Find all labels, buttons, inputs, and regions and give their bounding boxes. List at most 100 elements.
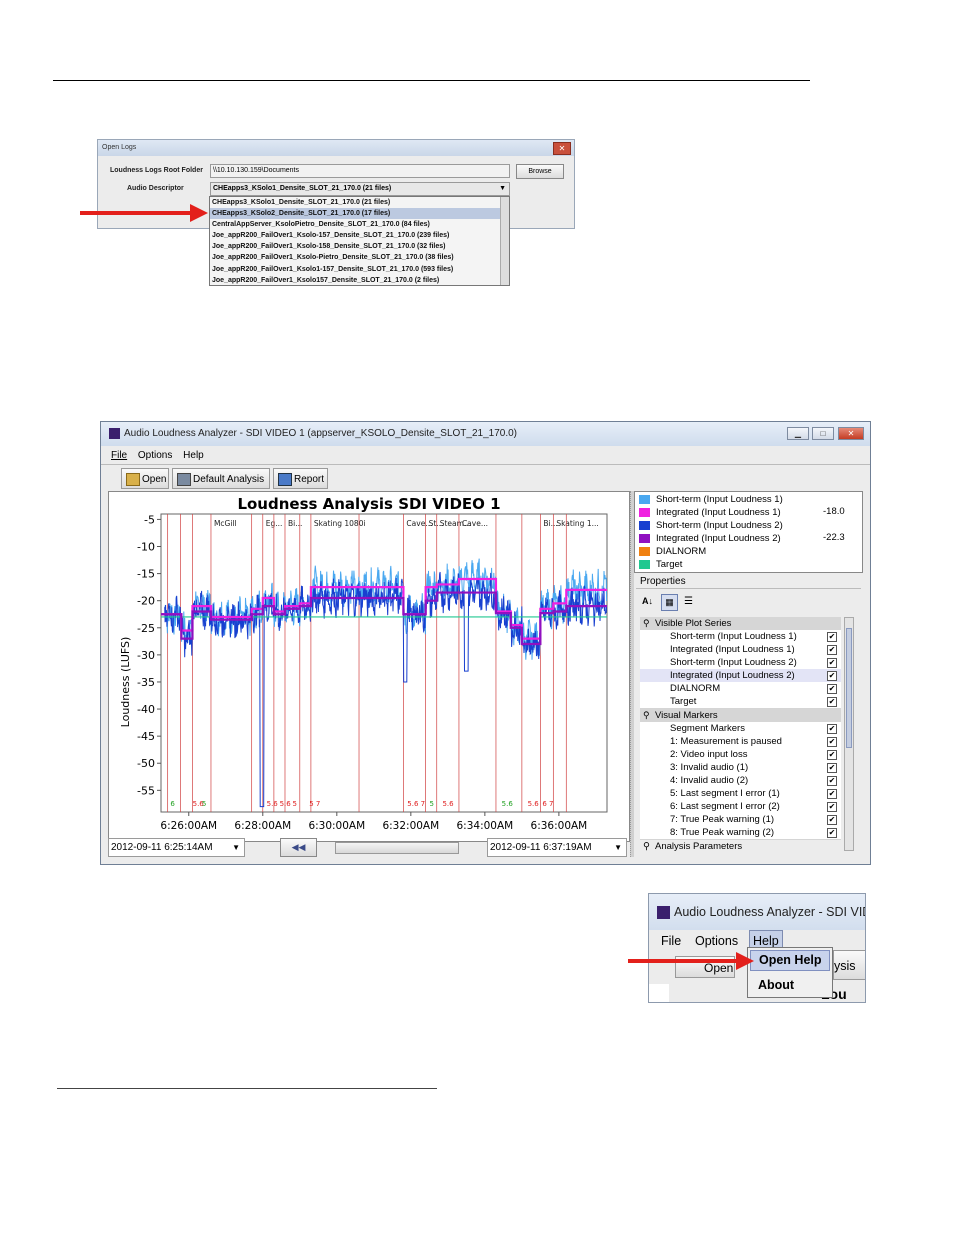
prop-row[interactable]: 5: Last segment I error (1) ✔ [640,787,841,802]
callout-arrow [80,211,192,215]
audio-descriptor-dropdown[interactable]: CHEapps3_KSolo1_Densite_SLOT_21_170.0 (2… [209,196,510,286]
menu-file[interactable]: File [661,934,681,948]
maximize-button[interactable]: □ [812,427,834,440]
prop-row-selected[interactable]: Integrated (Input Loudness 2) ✔ [640,669,841,684]
categorized-icon[interactable]: ▦ [661,594,678,611]
checkbox[interactable]: ✔ [827,802,837,812]
prop-row[interactable]: Short-term (Input Loudness 1) ✔ [640,630,841,645]
menu-help[interactable]: Help [183,450,204,461]
y-tick-label: -50 [137,757,155,770]
prop-row[interactable]: 3: Invalid audio (1) ✔ [640,761,841,776]
marker-code: 6 [170,800,175,808]
properties-header-rule [636,588,861,589]
checkbox[interactable]: ✔ [827,724,837,734]
menu-options[interactable]: Options [695,934,738,948]
description-icon[interactable]: ☰ [684,596,693,607]
folder-icon [126,473,140,486]
menu-item-open-help[interactable]: Open Help [750,950,830,971]
section-visible-plot-series[interactable]: ⚲ Visible Plot Series [640,617,841,631]
help-window-titlebar: Audio Loudness Analyzer - SDI VID [649,894,865,930]
dropdown-option[interactable]: Joe_appR200_FailOver1_Ksolo157_Densite_S… [210,275,509,285]
dropdown-option[interactable]: CentralAppServer_KsoloPietro_Densite_SLO… [210,219,509,230]
legend-panel: Short-term (Input Loudness 1) Integrated… [634,491,863,573]
close-icon[interactable]: ✕ [553,142,571,155]
dropdown-option[interactable]: Joe_appR200_FailOver1_Ksolo-Pietro_Densi… [210,252,509,263]
end-time-select[interactable]: 2012-09-11 6:37:19AM ▼ [487,838,627,857]
time-scrollbar[interactable] [335,842,459,854]
checkbox[interactable]: ✔ [827,671,837,681]
menu-item-about[interactable]: About [758,978,794,992]
white-panel-peek [649,984,669,1002]
open-button[interactable]: Open [121,468,169,489]
end-time-value: 2012-09-11 6:37:19AM [490,842,592,853]
start-time-select[interactable]: 2012-09-11 6:25:14AM ▼ [108,838,245,857]
close-button[interactable]: ✕ [838,427,864,440]
checkbox[interactable]: ✔ [827,697,837,707]
menu-file[interactable]: File [111,450,127,461]
legend-item: Target [639,558,682,571]
y-tick-label: -20 [137,595,155,608]
prop-row[interactable]: 2: Video input loss ✔ [640,748,841,763]
help-window-title: Audio Loudness Analyzer - SDI VID [674,905,866,919]
prop-row[interactable]: 8: True Peak warning (2) ✔ [640,826,841,841]
prop-row[interactable]: 1: Measurement is paused ✔ [640,735,841,750]
legend-swatch [639,494,650,504]
checkbox[interactable]: ✔ [827,632,837,642]
help-dropdown: Open Help About [747,947,833,998]
dropdown-scrollbar[interactable] [500,197,509,285]
prop-row[interactable]: Target ✔ [640,695,841,710]
section-analysis-parameters[interactable]: ⚲ Analysis Parameters [640,840,841,853]
loudness-chart[interactable]: Loudness Analysis SDI VIDEO 1 Loudness (… [109,492,629,841]
properties-scrollbar[interactable] [844,617,854,851]
toolbar-separator [101,464,870,465]
dropdown-option[interactable]: Joe_appR200_FailOver1_Ksolo1-157_Densite… [210,264,509,275]
checkbox[interactable]: ✔ [827,750,837,760]
properties-header: Properties [640,576,686,587]
x-tick-label: 6:28:00AM [234,820,291,832]
checkbox[interactable]: ✔ [827,763,837,773]
scrollbar-thumb[interactable] [846,628,852,748]
checkbox[interactable]: ✔ [827,789,837,799]
checkbox[interactable]: ✔ [827,645,837,655]
prop-row[interactable]: DIALNORM ✔ [640,682,841,697]
dropdown-option-selected[interactable]: CHEapps3_KSolo2_Densite_SLOT_21_170.0 (1… [210,208,509,220]
dropdown-option[interactable]: Joe_appR200_FailOver1_Ksolo-158_Densite_… [210,241,509,252]
report-button[interactable]: Report [273,468,328,489]
legend-item: Short-term (Input Loudness 1) [639,493,783,506]
menu-options[interactable]: Options [138,450,172,461]
rewind-button[interactable]: ◀◀ [280,838,317,857]
default-analysis-button[interactable]: Default Analysis [172,468,270,489]
checkbox[interactable]: ✔ [827,776,837,786]
chart-panel: Loudness Analysis SDI VIDEO 1 Loudness (… [108,491,630,842]
prop-row[interactable]: 6: Last segment I error (2) ✔ [640,800,841,815]
sort-az-icon[interactable]: A↓ [642,596,653,606]
browse-button[interactable]: Browse [516,164,564,179]
analysis-button-peek[interactable]: ysis [833,950,865,980]
prop-row[interactable]: Short-term (Input Loudness 2) ✔ [640,656,841,671]
prop-row[interactable]: 4: Invalid audio (2) ✔ [640,774,841,789]
minimize-button[interactable]: ▁ [787,427,809,440]
audio-descriptor-select[interactable]: CHEapps3_KSolo1_Densite_SLOT_21_170.0 (2… [210,182,510,196]
y-tick-label: -25 [137,622,155,635]
prop-row[interactable]: Segment Markers ✔ [640,722,841,737]
segment-label: Skating 1080i [314,519,366,528]
dropdown-option[interactable]: Joe_appR200_FailOver1_Ksolo-157_Densite_… [210,230,509,241]
prop-row[interactable]: 7: True Peak warning (1) ✔ [640,813,841,828]
x-tick-label: 6:36:00AM [531,820,588,832]
checkbox[interactable]: ✔ [827,737,837,747]
menubar: File Options Help [111,450,212,461]
y-tick-label: -40 [137,703,155,716]
dropdown-option[interactable]: CHEapps3_KSolo1_Densite_SLOT_21_170.0 (2… [210,197,509,208]
checkbox[interactable]: ✔ [827,684,837,694]
checkbox[interactable]: ✔ [827,658,837,668]
y-tick-label: -35 [137,676,155,689]
root-folder-field[interactable]: \\10.10.130.159\Documents [210,164,510,178]
section-visual-markers[interactable]: ⚲ Visual Markers [640,709,841,723]
legend-swatch [639,533,650,543]
marker-code: 5 [202,800,206,808]
x-tick-label: 6:30:00AM [308,820,365,832]
prop-row[interactable]: Integrated (Input Loudness 1) ✔ [640,643,841,658]
checkbox[interactable]: ✔ [827,815,837,825]
checkbox[interactable]: ✔ [827,828,837,838]
marker-code: 5 7 [309,800,320,808]
